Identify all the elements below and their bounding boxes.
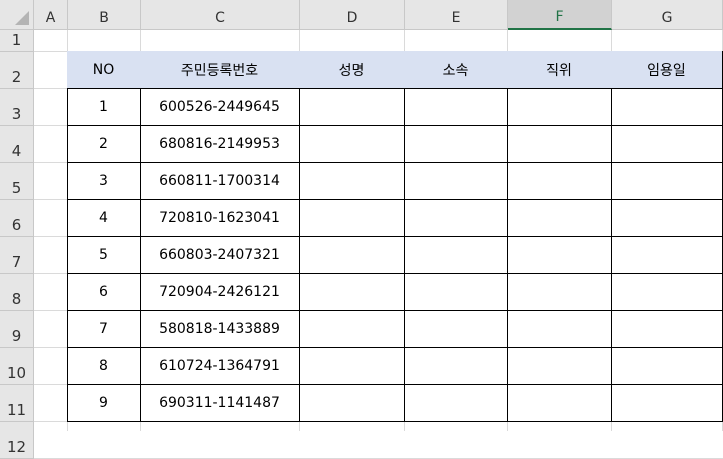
cell-empty[interactable] [299, 347, 405, 385]
cell-resident-id[interactable]: 660811-1700314 [140, 162, 300, 200]
cell-no[interactable]: 4 [67, 199, 141, 237]
table-header-cell[interactable]: 성명 [299, 51, 405, 89]
cell-no[interactable]: 5 [67, 236, 141, 274]
cell-empty[interactable] [611, 88, 723, 126]
row-header-1[interactable]: 1 [0, 30, 34, 52]
cell-empty[interactable] [611, 236, 723, 274]
cell-resident-id[interactable]: 600526-2449645 [140, 88, 300, 126]
cell-resident-id[interactable]: 580818-1433889 [140, 310, 300, 348]
cell-resident-id[interactable]: 680816-2149953 [140, 125, 300, 163]
cell-resident-id[interactable]: 690311-1141487 [140, 384, 300, 422]
cell-empty[interactable] [299, 199, 405, 237]
cell-empty[interactable] [404, 88, 508, 126]
cell-empty[interactable] [507, 273, 612, 311]
cell-empty[interactable] [404, 199, 508, 237]
row-header-2[interactable]: 2 [0, 52, 34, 89]
table-header-cell[interactable]: NO [67, 51, 141, 89]
cell-resident-id[interactable]: 720904-2426121 [140, 273, 300, 311]
cell-no[interactable]: 6 [67, 273, 141, 311]
cell-empty[interactable] [611, 273, 723, 311]
table-header-cell[interactable]: 소속 [404, 51, 508, 89]
cell-empty[interactable] [507, 162, 612, 200]
column-header-G[interactable]: G [612, 0, 723, 30]
cell-empty[interactable] [404, 125, 508, 163]
cell-empty[interactable] [611, 310, 723, 348]
cell-resident-id[interactable]: 660803-2407321 [140, 236, 300, 274]
cell-empty[interactable] [404, 384, 508, 422]
row-header-7[interactable]: 7 [0, 237, 34, 274]
cell-no[interactable]: 1 [67, 88, 141, 126]
table-header-cell[interactable]: 직위 [507, 51, 612, 89]
cell-resident-id[interactable]: 720810-1623041 [140, 199, 300, 237]
table-header-cell[interactable]: 주민등록번호 [140, 51, 300, 89]
column-header-F[interactable]: F [508, 0, 612, 30]
table-header-cell[interactable]: 임용일 [611, 51, 723, 89]
row-header-4[interactable]: 4 [0, 126, 34, 163]
cell-empty[interactable] [611, 162, 723, 200]
cell-no[interactable]: 7 [67, 310, 141, 348]
cell-empty[interactable] [299, 310, 405, 348]
cell-empty[interactable] [404, 273, 508, 311]
cell-empty[interactable] [404, 347, 508, 385]
column-header-C[interactable]: C [141, 0, 300, 30]
cell-no[interactable]: 2 [67, 125, 141, 163]
column-header-A[interactable]: A [34, 0, 68, 30]
cell-empty[interactable] [299, 273, 405, 311]
cell-empty[interactable] [507, 384, 612, 422]
cell-empty[interactable] [404, 310, 508, 348]
cell-empty[interactable] [507, 236, 612, 274]
column-header-B[interactable]: B [68, 0, 141, 30]
row-header-5[interactable]: 5 [0, 163, 34, 200]
cell-empty[interactable] [507, 347, 612, 385]
row-header-12[interactable]: 12 [0, 422, 34, 459]
cell-empty[interactable] [299, 236, 405, 274]
row-header-6[interactable]: 6 [0, 200, 34, 237]
cell-empty[interactable] [299, 162, 405, 200]
cell-empty[interactable] [299, 384, 405, 422]
row-header-10[interactable]: 10 [0, 348, 34, 385]
cell-empty[interactable] [611, 384, 723, 422]
cell-empty[interactable] [611, 199, 723, 237]
cell-no[interactable]: 8 [67, 347, 141, 385]
row-header-3[interactable]: 3 [0, 89, 34, 126]
cell-empty[interactable] [299, 125, 405, 163]
row-header-11[interactable]: 11 [0, 385, 34, 422]
column-header-E[interactable]: E [405, 0, 508, 30]
cell-no[interactable]: 9 [67, 384, 141, 422]
cell-resident-id[interactable]: 610724-1364791 [140, 347, 300, 385]
cell-empty[interactable] [507, 310, 612, 348]
cell-empty[interactable] [404, 162, 508, 200]
cell-empty[interactable] [404, 236, 508, 274]
cell-no[interactable]: 3 [67, 162, 141, 200]
cell-empty[interactable] [299, 88, 405, 126]
cell-empty[interactable] [507, 199, 612, 237]
column-header-D[interactable]: D [300, 0, 405, 30]
row-header-8[interactable]: 8 [0, 274, 34, 311]
cell-empty[interactable] [507, 88, 612, 126]
select-all-button[interactable] [0, 0, 34, 30]
cell-empty[interactable] [507, 125, 612, 163]
cell-empty[interactable] [611, 125, 723, 163]
row-header-9[interactable]: 9 [0, 311, 34, 348]
cell-empty[interactable] [611, 347, 723, 385]
